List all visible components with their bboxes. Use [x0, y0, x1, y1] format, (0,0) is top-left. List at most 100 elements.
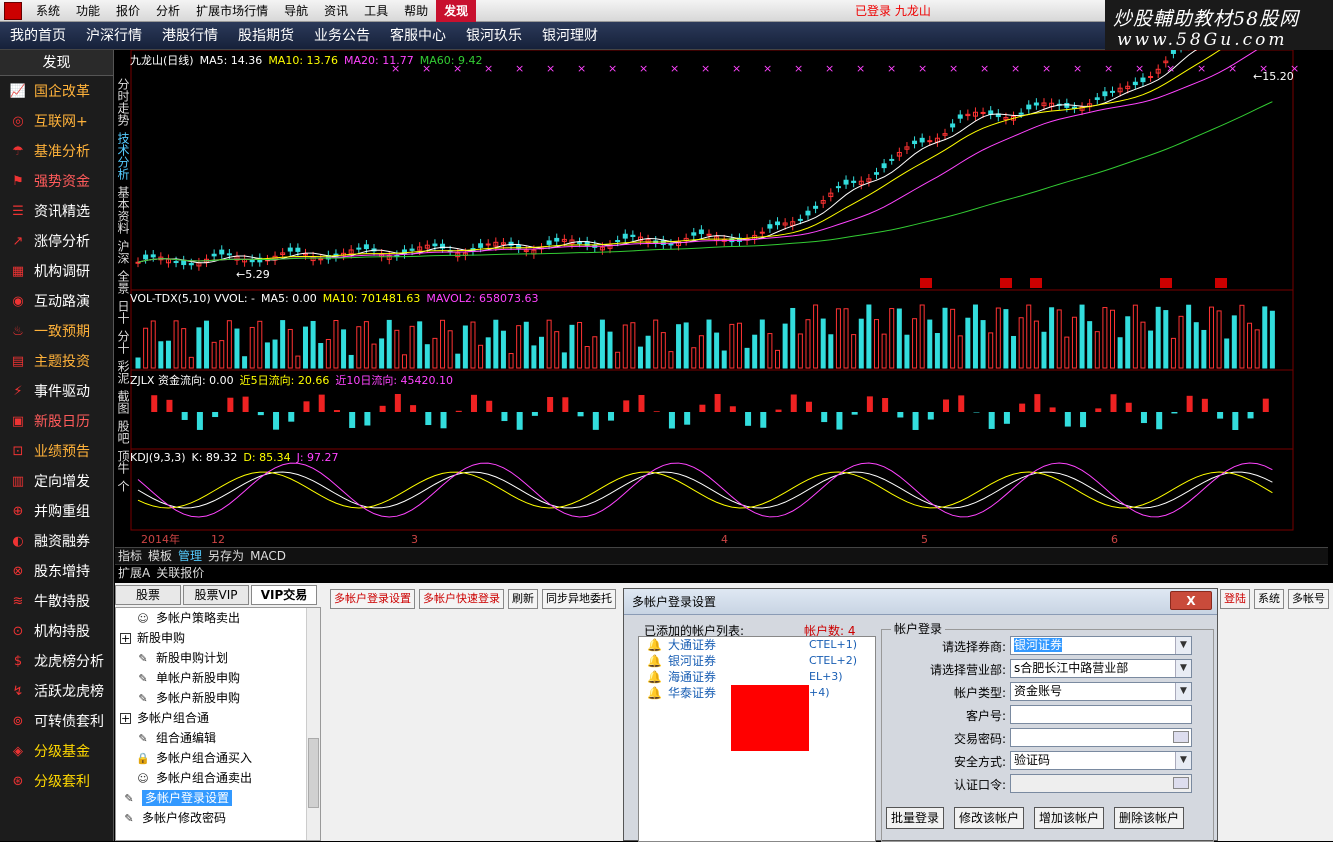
chart-tab-1[interactable]: 模板 [145, 548, 175, 564]
sidebar-item-2[interactable]: ☂基准分析 [0, 136, 113, 166]
chart-side-tab-8[interactable]: 截图 [115, 390, 129, 414]
sidebar-item-8[interactable]: ♨一致预期 [0, 316, 113, 346]
sidebar-item-15[interactable]: ◐融资融券 [0, 526, 113, 556]
chart-side-tab-1[interactable]: 技术分析 [115, 132, 129, 180]
keyboard-icon[interactable] [1173, 777, 1189, 789]
sidebar-item-12[interactable]: ⊡业绩预告 [0, 436, 113, 466]
field-input-6[interactable] [1010, 774, 1192, 793]
nav-item-4[interactable]: 业务公告 [304, 22, 380, 50]
field-input-2[interactable]: 资金账号▼ [1010, 682, 1192, 701]
menu-1[interactable]: 功能 [68, 0, 108, 22]
nav-item-7[interactable]: 银河理财 [532, 22, 608, 50]
sidebar-item-13[interactable]: ▥定向增发 [0, 466, 113, 496]
chevron-down-icon[interactable]: ▼ [1175, 683, 1191, 700]
expand-icon[interactable]: + [120, 713, 131, 724]
field-input-0[interactable]: 银河证券▼ [1010, 636, 1192, 655]
expand-icon[interactable]: + [120, 633, 131, 644]
sidebar-item-1[interactable]: ◎互联网+ [0, 106, 113, 136]
tree-scrollbar[interactable] [306, 608, 320, 841]
menu-5[interactable]: 导航 [276, 0, 316, 22]
trade-tab-0[interactable]: 股票 [115, 585, 181, 605]
toolbar-right-button-0[interactable]: 登陆 [1220, 589, 1250, 609]
menu-8[interactable]: 帮助 [396, 0, 436, 22]
nav-item-6[interactable]: 银河玖乐 [456, 22, 532, 50]
tree-item-1[interactable]: +新股申购 [116, 628, 320, 648]
sidebar-item-11[interactable]: ▣新股日历 [0, 406, 113, 436]
menu-7[interactable]: 工具 [356, 0, 396, 22]
sidebar-item-19[interactable]: $龙虎榜分析 [0, 646, 113, 676]
tree-item-8[interactable]: ☺多帐户组合通卖出 [116, 768, 320, 788]
chart-side-tab-11[interactable]: 个 [115, 480, 129, 492]
tree-item-6[interactable]: ✎组合通编辑 [116, 728, 320, 748]
chart-side-tab-10[interactable]: 顶牛 [115, 450, 129, 474]
toolbar-button-2[interactable]: 刷新 [508, 589, 538, 609]
menu-4[interactable]: 扩展市场行情 [188, 0, 276, 22]
kline-chart[interactable]: ←5.29←15.20×××××××××××××××××××××××××××××… [115, 50, 1328, 580]
menu-3[interactable]: 分析 [148, 0, 188, 22]
sidebar-item-7[interactable]: ◉互动路演 [0, 286, 113, 316]
menu-9[interactable]: 发现 [436, 0, 476, 22]
tree-scroll-thumb[interactable] [308, 738, 319, 808]
ext-tab-0[interactable]: 扩展A [115, 565, 153, 582]
chevron-down-icon[interactable]: ▼ [1175, 752, 1191, 769]
tree-item-7[interactable]: 🔒多帐户组合通买入 [116, 748, 320, 768]
field-input-3[interactable] [1010, 705, 1192, 724]
chart-side-tab-6[interactable]: 分十 [115, 330, 129, 354]
nav-item-5[interactable]: 客服中心 [380, 22, 456, 50]
chart-side-tab-3[interactable]: 沪深 [115, 240, 129, 264]
chart-side-tab-5[interactable]: 日十 [115, 300, 129, 324]
chart-tab-3[interactable]: 另存为 [205, 548, 247, 564]
chart-side-tab-0[interactable]: 分时走势 [115, 78, 129, 126]
toolbar-button-1[interactable]: 多帐户快速登录 [419, 589, 504, 609]
account-row-2[interactable]: 🔔海通证券EL+3) [639, 669, 875, 685]
sidebar-item-3[interactable]: ⚑强势资金 [0, 166, 113, 196]
dialog-button-2[interactable]: 增加该帐户 [1034, 807, 1104, 829]
chart-side-tab-7[interactable]: 彩泥 [115, 360, 129, 384]
tree-item-10[interactable]: ✎多帐户修改密码 [116, 808, 320, 828]
keyboard-icon[interactable] [1173, 731, 1189, 743]
tree-item-4[interactable]: ✎多帐户新股申购 [116, 688, 320, 708]
field-input-5[interactable]: 验证码▼ [1010, 751, 1192, 770]
toolbar-right-button-1[interactable]: 系统 [1254, 589, 1284, 609]
chart-tab-4[interactable]: MACD [247, 548, 289, 564]
sidebar-item-20[interactable]: ↯活跃龙虎榜 [0, 676, 113, 706]
sidebar-item-21[interactable]: ⊚可转债套利 [0, 706, 113, 736]
sidebar-item-17[interactable]: ≋牛散持股 [0, 586, 113, 616]
dialog-button-0[interactable]: 批量登录 [886, 807, 944, 829]
sidebar-item-16[interactable]: ⊗股东增持 [0, 556, 113, 586]
tree-item-5[interactable]: +多帐户组合通 [116, 708, 320, 728]
ext-tab-1[interactable]: 关联报价 [153, 565, 207, 582]
chart-tab-0[interactable]: 指标 [115, 548, 145, 564]
chart-side-tab-4[interactable]: 全景 [115, 270, 129, 294]
nav-item-2[interactable]: 港股行情 [152, 22, 228, 50]
field-input-1[interactable]: s合肥长江中路营业部▼ [1010, 659, 1192, 678]
sidebar-item-14[interactable]: ⊕并购重组 [0, 496, 113, 526]
tree-item-3[interactable]: ✎单帐户新股申购 [116, 668, 320, 688]
sidebar-item-10[interactable]: ⚡事件驱动 [0, 376, 113, 406]
account-list[interactable]: 🔔大通证券CTEL+1)🔔银河证券CTEL+2)🔔海通证券EL+3)🔔华泰证券+… [638, 636, 876, 842]
sidebar-item-22[interactable]: ◈分级基金 [0, 736, 113, 766]
nav-item-3[interactable]: 股指期货 [228, 22, 304, 50]
dialog-close-button[interactable]: X [1170, 591, 1212, 610]
toolbar-button-3[interactable]: 同步异地委托 [542, 589, 616, 609]
chevron-down-icon[interactable]: ▼ [1175, 660, 1191, 677]
field-input-4[interactable] [1010, 728, 1192, 747]
toolbar-right-button-2[interactable]: 多帐号 [1288, 589, 1329, 609]
menu-0[interactable]: 系统 [28, 0, 68, 22]
dialog-button-1[interactable]: 修改该帐户 [954, 807, 1024, 829]
dialog-button-3[interactable]: 删除该帐户 [1114, 807, 1184, 829]
menu-6[interactable]: 资讯 [316, 0, 356, 22]
sidebar-item-18[interactable]: ⊙机构持股 [0, 616, 113, 646]
chart-tab-2[interactable]: 管理 [175, 548, 205, 564]
tree-item-9[interactable]: ✎多帐户登录设置 [116, 788, 320, 808]
tree-item-0[interactable]: ☺多帐户策略卖出 [116, 608, 320, 628]
account-row-1[interactable]: 🔔银河证券CTEL+2) [639, 653, 875, 669]
chevron-down-icon[interactable]: ▼ [1175, 637, 1191, 654]
nav-item-1[interactable]: 沪深行情 [76, 22, 152, 50]
nav-item-0[interactable]: 我的首页 [0, 22, 76, 50]
menu-2[interactable]: 报价 [108, 0, 148, 22]
sidebar-item-5[interactable]: ↗涨停分析 [0, 226, 113, 256]
sidebar-item-0[interactable]: 📈国企改革 [0, 76, 113, 106]
chart-side-tab-2[interactable]: 基本资料 [115, 186, 129, 234]
toolbar-button-0[interactable]: 多帐户登录设置 [330, 589, 415, 609]
